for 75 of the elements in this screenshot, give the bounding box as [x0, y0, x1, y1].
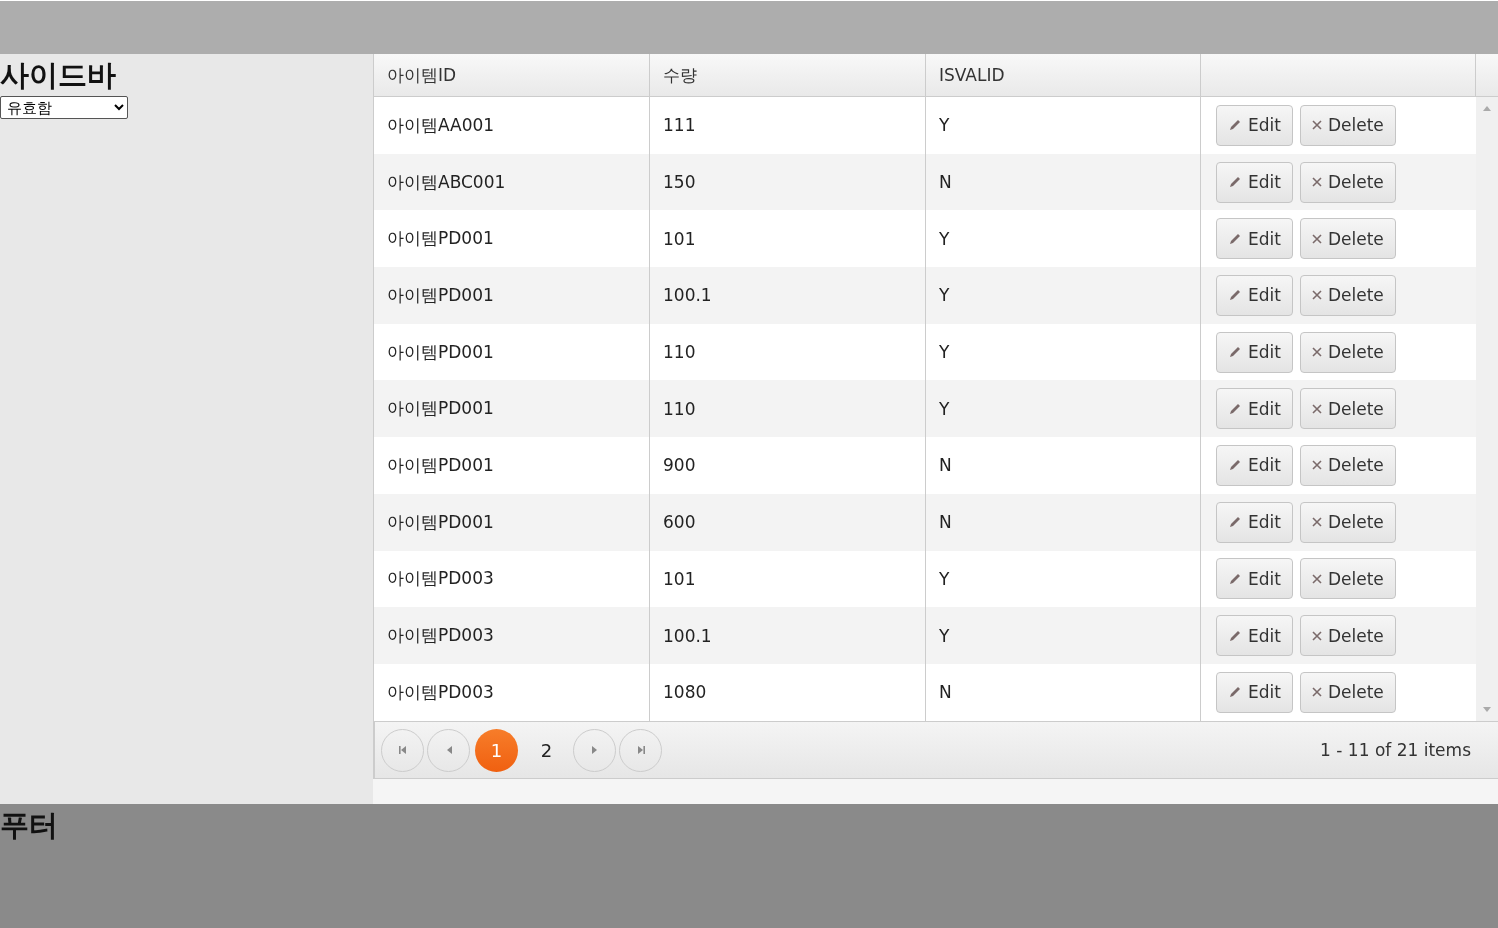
pencil-icon: [1228, 345, 1242, 360]
table-cell: N: [926, 437, 1201, 494]
close-icon: [1311, 233, 1322, 244]
edit-button[interactable]: Edit: [1216, 218, 1293, 260]
close-icon: [1311, 177, 1322, 188]
table-cell: 아이템PD003: [374, 607, 650, 664]
edit-button[interactable]: Edit: [1216, 331, 1293, 373]
edit-button[interactable]: Edit: [1216, 615, 1293, 657]
edit-button[interactable]: Edit: [1216, 274, 1293, 316]
scroll-down-icon: [1482, 707, 1492, 713]
pager-info: 1 - 11 of 21 items: [1320, 740, 1471, 760]
page-button[interactable]: 2: [525, 728, 568, 772]
delete-button[interactable]: Delete: [1299, 331, 1396, 373]
column-header[interactable]: 아이템ID: [374, 54, 650, 96]
pencil-icon: [1228, 571, 1242, 586]
table-cell: 아이템AA001: [374, 97, 650, 154]
delete-button[interactable]: Delete: [1299, 501, 1396, 543]
pencil-icon: [1228, 458, 1242, 473]
footer-title: 푸터: [0, 807, 59, 844]
table-cell: 111: [650, 97, 926, 154]
table-cell: Y: [926, 267, 1201, 324]
close-icon: [1311, 403, 1322, 414]
table-cell: N: [926, 493, 1201, 551]
column-header[interactable]: 수량: [650, 54, 926, 96]
pencil-icon: [1228, 515, 1242, 530]
close-icon: [1311, 687, 1322, 698]
table-cell: 아이템PD001: [374, 493, 650, 551]
edit-button[interactable]: Edit: [1216, 388, 1293, 430]
edit-button[interactable]: Edit: [1216, 104, 1293, 146]
close-icon: [1311, 290, 1322, 301]
table-cell: Y: [926, 97, 1201, 154]
delete-button[interactable]: Delete: [1299, 558, 1396, 600]
pencil-icon: [1228, 175, 1242, 190]
pencil-icon: [1228, 118, 1242, 133]
filter-dropdown[interactable]: 유효함: [0, 96, 128, 119]
close-icon: [1311, 630, 1322, 641]
table-cell: N: [926, 663, 1201, 721]
close-icon: [1311, 517, 1322, 528]
close-icon: [1311, 347, 1322, 358]
edit-button[interactable]: Edit: [1216, 501, 1293, 543]
edit-button[interactable]: Edit: [1216, 161, 1293, 203]
table-cell: 600: [650, 493, 926, 551]
scrollbar[interactable]: [1476, 97, 1498, 721]
pencil-icon: [1228, 685, 1242, 700]
delete-button[interactable]: Delete: [1299, 274, 1396, 316]
delete-button[interactable]: Delete: [1299, 104, 1396, 146]
close-icon: [1311, 460, 1322, 471]
delete-button[interactable]: Delete: [1299, 615, 1396, 657]
pencil-icon: [1228, 231, 1242, 246]
pencil-icon: [1228, 288, 1242, 303]
delete-button[interactable]: Delete: [1299, 444, 1396, 486]
table-cell: 아이템PD001: [374, 437, 650, 494]
table-cell: 아이템PD003: [374, 663, 650, 721]
edit-button[interactable]: Edit: [1216, 558, 1293, 600]
table-cell: 1080: [650, 663, 926, 721]
delete-button[interactable]: Delete: [1299, 218, 1396, 260]
delete-button[interactable]: Delete: [1299, 388, 1396, 430]
pencil-icon: [1228, 628, 1242, 643]
pencil-icon: [1228, 401, 1242, 416]
delete-button[interactable]: Delete: [1299, 671, 1396, 713]
close-icon: [1311, 573, 1322, 584]
table-cell: Y: [926, 607, 1201, 664]
last-page-icon: [635, 745, 646, 755]
first-page-icon: [397, 745, 408, 755]
table-cell: 900: [650, 437, 926, 494]
edit-button[interactable]: Edit: [1216, 444, 1293, 486]
delete-button[interactable]: Delete: [1299, 161, 1396, 203]
sidebar-title: 사이드바: [0, 57, 116, 94]
close-icon: [1311, 120, 1322, 131]
table-cell: 아이템PD001: [374, 267, 650, 324]
column-header[interactable]: ISVALID: [926, 54, 1201, 96]
scroll-up-icon: [1482, 105, 1492, 111]
table-cell: 100.1: [650, 267, 926, 324]
edit-button[interactable]: Edit: [1216, 671, 1293, 713]
table-cell: 100.1: [650, 607, 926, 664]
